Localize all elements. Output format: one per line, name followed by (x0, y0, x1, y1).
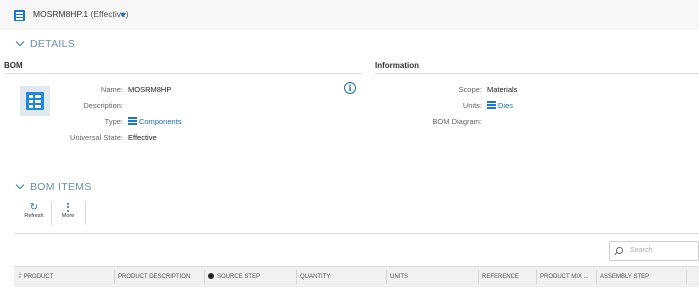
bom-heading: BOM (4, 61, 23, 70)
object-name: MOSRM8HP.1 (33, 9, 89, 19)
column-product-mix[interactable]: PRODUCT MIX ... (536, 267, 596, 287)
bom-heading-divider (4, 73, 362, 74)
bom-diagram-label: BOM Diagram: (432, 117, 482, 126)
list-icon (487, 101, 496, 109)
column-product[interactable]: ⫩ PRODUCT (14, 267, 114, 287)
scope-value: Materials (487, 85, 518, 94)
type-link[interactable]: Components (128, 117, 182, 126)
list-icon (128, 117, 137, 125)
units-link[interactable]: Dies (487, 101, 513, 110)
column-label: PRODUCT (23, 274, 54, 280)
search-icon (616, 247, 623, 254)
universal-state-value: Effective (128, 133, 157, 142)
universal-state-label: Universal State: (70, 133, 123, 142)
column-reference[interactable]: REFERENCE (478, 267, 536, 287)
refresh-icon: ↻ (29, 202, 39, 213)
status-dot-icon (208, 273, 214, 279)
more-button[interactable]: More (55, 203, 81, 219)
toolbar-divider (85, 201, 86, 225)
chevron-down-icon[interactable] (120, 13, 126, 17)
information-heading: Information (375, 61, 419, 70)
toolbar-divider-line (14, 233, 699, 234)
more-vertical-icon (67, 203, 69, 213)
type-label: Type: (104, 117, 123, 126)
hierarchy-icon: ⫩ (18, 273, 23, 280)
grid-header: ⫩ PRODUCT PRODUCT DESCRIPTION SOURCE STE… (14, 266, 699, 287)
refresh-label: Refresh (24, 213, 44, 219)
collapse-details-icon[interactable] (15, 37, 25, 47)
type-value: Components (139, 117, 182, 126)
collapse-bom-items-icon[interactable] (15, 180, 25, 190)
info-icon[interactable]: i (344, 82, 356, 94)
column-source-step[interactable]: SOURCE STEP (204, 267, 296, 287)
units-label: Units: (462, 101, 482, 110)
details-section-title[interactable]: DETAILS (30, 38, 75, 50)
information-heading-divider (375, 73, 699, 74)
column-separator (686, 270, 687, 284)
name-label: Name: (100, 85, 123, 94)
refresh-button[interactable]: ↻ Refresh (20, 202, 48, 220)
column-product-description[interactable]: PRODUCT DESCRIPTION (114, 267, 204, 287)
column-assembly-step[interactable]: ASSEMBLY STEP (596, 267, 686, 287)
more-label: More (61, 213, 75, 219)
toolbar-divider (51, 201, 52, 225)
scope-label: Scope: (458, 85, 482, 94)
search-input[interactable]: Search (609, 241, 699, 261)
column-quantity[interactable]: QUANTITY (296, 267, 386, 287)
units-value: Dies (498, 101, 514, 110)
object-title[interactable]: MOSRM8HP.1 (Effective) (33, 9, 129, 19)
bom-items-section-title[interactable]: BOM ITEMS (30, 181, 92, 193)
description-label: Description: (83, 101, 123, 110)
column-label: SOURCE STEP (217, 274, 261, 280)
column-units[interactable]: UNITS (386, 267, 478, 287)
name-value: MOSRM8HP (128, 85, 172, 94)
search-placeholder: Search (630, 247, 653, 254)
bom-grid-icon (14, 10, 25, 21)
